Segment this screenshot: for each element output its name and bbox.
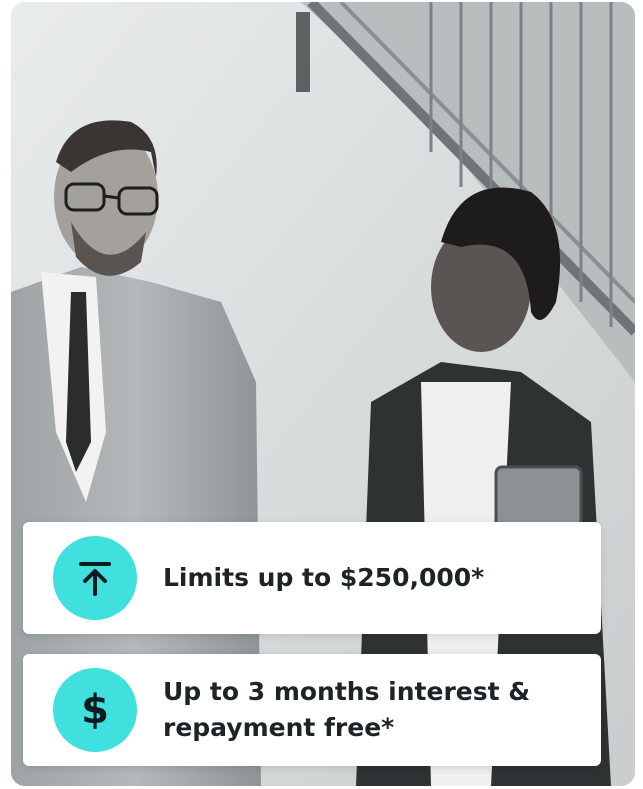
feature-card-limits: Limits up to $250,000* (23, 522, 601, 634)
feature-text: Limits up to $250,000* (163, 563, 485, 592)
arrow-up-to-line-icon (79, 562, 111, 596)
icon-circle (53, 536, 137, 620)
icon-circle: $ (53, 668, 137, 752)
feature-text: Up to 3 months interest & repayment free… (163, 677, 531, 742)
feature-card-interest-free: $ Up to 3 months interest & repayment fr… (23, 654, 601, 766)
dollar-icon: $ (81, 687, 109, 733)
